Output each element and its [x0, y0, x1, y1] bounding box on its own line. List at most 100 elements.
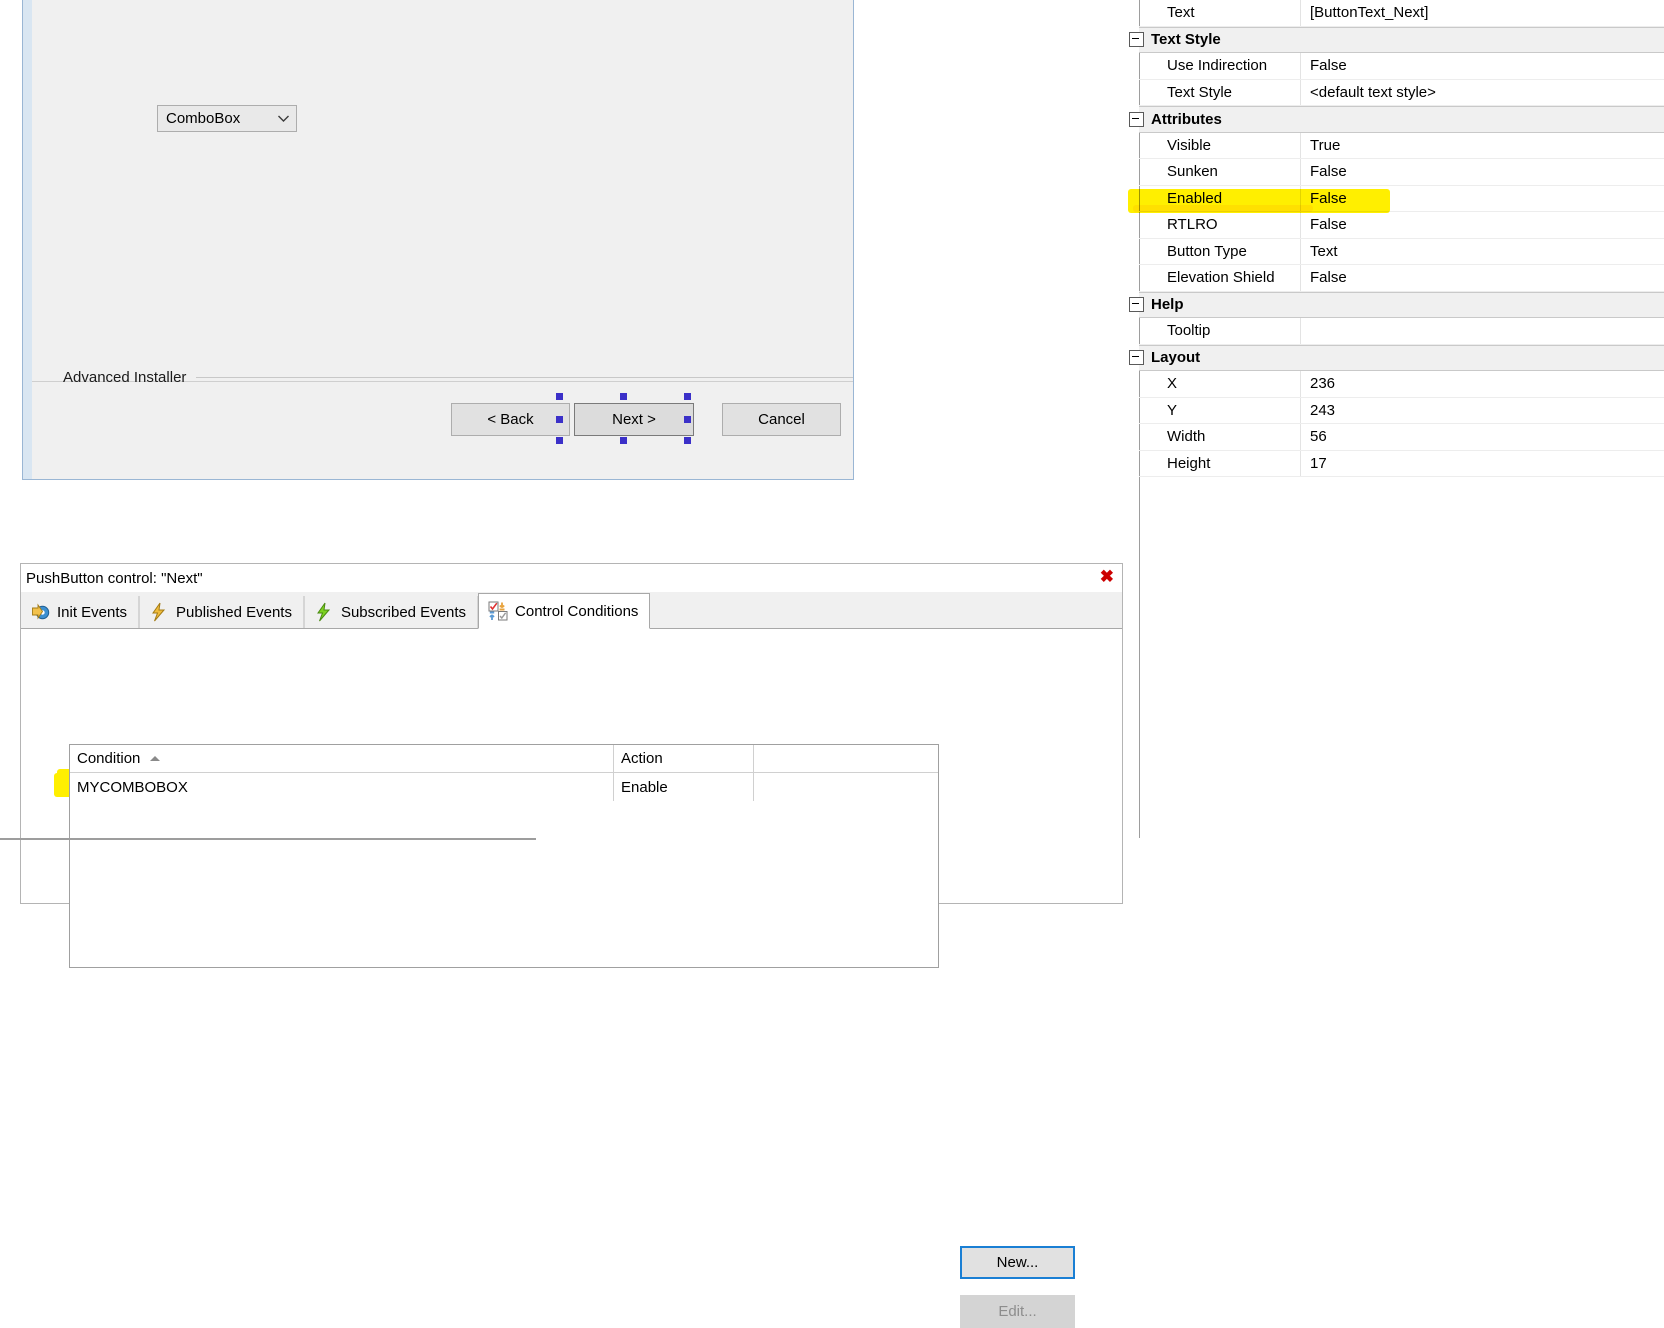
- preview-combobox[interactable]: ComboBox: [157, 105, 297, 132]
- property-name: Text: [1139, 0, 1301, 26]
- selection-handle-bottom-right[interactable]: [684, 437, 691, 444]
- property-name: Width: [1139, 424, 1301, 450]
- selection-handle-middle-left[interactable]: [556, 416, 563, 423]
- tab-published-events-label: Published Events: [176, 603, 292, 621]
- conditions-table-header: Condition Action: [70, 745, 938, 773]
- selection-handle-bottom-left[interactable]: [556, 437, 563, 444]
- property-row-enabled[interactable]: Enabled False: [1139, 185, 1664, 212]
- property-value[interactable]: False: [1301, 212, 1664, 238]
- property-value[interactable]: [1301, 318, 1664, 344]
- preview-combobox-value: ComboBox: [166, 110, 241, 127]
- property-value[interactable]: <default text style>: [1301, 80, 1664, 106]
- property-row-text[interactable]: Text [ButtonText_Next]: [1139, 0, 1664, 27]
- property-row-sunken[interactable]: Sunken False: [1139, 159, 1664, 186]
- sort-ascending-icon: [150, 756, 161, 761]
- cell-spacer: [754, 773, 938, 801]
- property-name: Enabled: [1139, 185, 1301, 211]
- property-row-use-indirection[interactable]: Use Indirection False: [1139, 53, 1664, 80]
- dialog-body: ComboBox: [32, 0, 853, 382]
- panel-title: PushButton control: "Next": [26, 569, 203, 587]
- collapse-icon[interactable]: [1129, 32, 1144, 48]
- property-category-label: Attributes: [1151, 110, 1222, 128]
- collapse-icon[interactable]: [1129, 297, 1144, 313]
- collapse-icon[interactable]: [1129, 111, 1144, 127]
- control-properties-panel: PushButton control: "Next" ✖ Init Events…: [20, 563, 1123, 1328]
- tab-subscribed-events-label: Subscribed Events: [340, 603, 467, 621]
- table-row[interactable]: MYCOMBOBOX Enable: [70, 773, 938, 801]
- property-row-rtlro[interactable]: RTLRO False: [1139, 212, 1664, 239]
- property-name: Visible: [1139, 132, 1301, 158]
- property-value[interactable]: True: [1301, 133, 1664, 159]
- property-category-label: Layout: [1151, 349, 1201, 367]
- published-events-icon: [149, 602, 169, 622]
- property-value[interactable]: 17: [1301, 451, 1664, 477]
- tab-control-conditions[interactable]: Control Conditions: [478, 593, 651, 629]
- column-header-condition-label: Condition: [77, 750, 141, 767]
- chevron-down-icon: [270, 112, 296, 126]
- property-name: Elevation Shield: [1139, 265, 1301, 291]
- property-value[interactable]: False: [1301, 265, 1664, 291]
- property-row-visible[interactable]: Visible True: [1139, 132, 1664, 159]
- brand-label: Advanced Installer: [63, 368, 187, 386]
- control-conditions-tab-content: Condition Action MYCOMBOBOX Enable: [21, 629, 1122, 968]
- property-category-help[interactable]: Help: [1129, 291, 1664, 318]
- column-header-condition[interactable]: Condition: [70, 745, 614, 772]
- cancel-button[interactable]: Cancel: [722, 403, 841, 436]
- brand-rule-divider: [196, 376, 853, 378]
- conditions-table[interactable]: Condition Action MYCOMBOBOX Enable: [69, 744, 939, 968]
- init-events-icon: [30, 602, 50, 622]
- property-row-height[interactable]: Height 17: [1139, 450, 1664, 477]
- dialog-canvas[interactable]: ComboBox Advanced Installer < Back Next …: [32, 0, 853, 479]
- property-category-text-style[interactable]: Text Style: [1129, 26, 1664, 53]
- tabstrip: Init Events Published Events Subscribed …: [21, 592, 1122, 629]
- property-row-width[interactable]: Width 56: [1139, 424, 1664, 451]
- property-value[interactable]: False: [1301, 53, 1664, 79]
- column-header-action[interactable]: Action: [614, 745, 754, 772]
- property-grid[interactable]: Text [ButtonText_Next] Text Style Use In…: [1128, 0, 1664, 838]
- property-row-tooltip[interactable]: Tooltip: [1139, 318, 1664, 345]
- property-row-x[interactable]: X 236: [1139, 371, 1664, 398]
- property-row-y[interactable]: Y 243: [1139, 397, 1664, 424]
- property-value[interactable]: [ButtonText_Next]: [1301, 0, 1664, 26]
- dialog-left-gutter: [23, 0, 32, 479]
- selection-handle-bottom-center[interactable]: [620, 437, 627, 444]
- property-value[interactable]: False: [1301, 159, 1664, 185]
- selection-handle-top-left[interactable]: [556, 393, 563, 400]
- property-category-attributes[interactable]: Attributes: [1129, 106, 1664, 133]
- tab-init-events[interactable]: Init Events: [21, 596, 140, 628]
- selection-handle-top-center[interactable]: [620, 393, 627, 400]
- new-button[interactable]: New...: [960, 1246, 1075, 1279]
- property-value[interactable]: Text: [1301, 239, 1664, 265]
- property-category-layout[interactable]: Layout: [1129, 344, 1664, 371]
- collapse-icon[interactable]: [1129, 350, 1144, 366]
- property-name: Button Type: [1139, 238, 1301, 264]
- property-value[interactable]: 56: [1301, 424, 1664, 450]
- property-category-label: Help: [1151, 296, 1184, 314]
- chevron-down-glyph: [277, 115, 289, 122]
- dialog-designer-area: ComboBox Advanced Installer < Back Next …: [0, 0, 1126, 560]
- selection-handle-middle-right[interactable]: [684, 416, 691, 423]
- property-value[interactable]: False: [1301, 186, 1664, 212]
- property-row-text-style[interactable]: Text Style <default text style>: [1139, 79, 1664, 106]
- property-name: Tooltip: [1139, 318, 1301, 344]
- property-row-button-type[interactable]: Button Type Text: [1139, 238, 1664, 265]
- property-name: Y: [1139, 397, 1301, 423]
- property-name: X: [1139, 371, 1301, 397]
- back-button[interactable]: < Back: [451, 403, 570, 436]
- edit-button: Edit...: [960, 1295, 1075, 1328]
- next-button[interactable]: Next >: [574, 403, 694, 436]
- close-icon[interactable]: ✖: [1100, 567, 1114, 587]
- property-value[interactable]: 236: [1301, 371, 1664, 397]
- property-value[interactable]: 243: [1301, 398, 1664, 424]
- dialog-brand-row: Advanced Installer: [32, 365, 853, 389]
- property-row-elevation-shield[interactable]: Elevation Shield False: [1139, 265, 1664, 292]
- property-name: Use Indirection: [1139, 53, 1301, 79]
- dialog-preview[interactable]: ComboBox Advanced Installer < Back Next …: [22, 0, 854, 480]
- column-header-spacer: [754, 745, 938, 772]
- tab-subscribed-events[interactable]: Subscribed Events: [303, 596, 479, 628]
- tab-published-events[interactable]: Published Events: [139, 596, 304, 628]
- cell-action: Enable: [614, 773, 754, 801]
- cell-condition: MYCOMBOBOX: [70, 773, 614, 801]
- selection-handle-top-right[interactable]: [684, 393, 691, 400]
- property-name: RTLRO: [1139, 212, 1301, 238]
